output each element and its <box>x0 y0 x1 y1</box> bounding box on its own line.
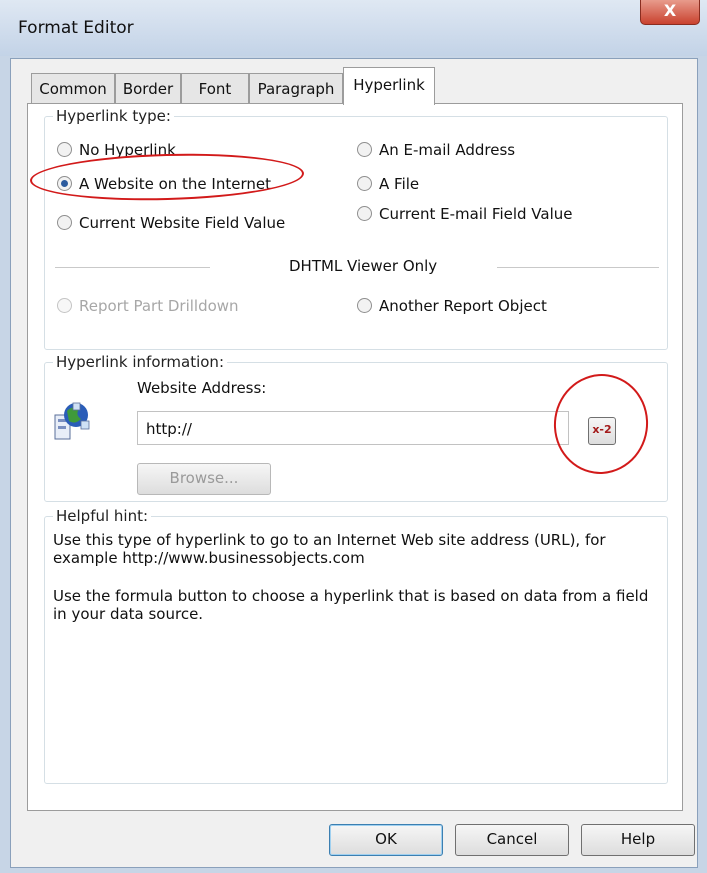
radio-label: Another Report Object <box>379 297 547 315</box>
helpful-hint-group: Helpful hint: Use this type of hyperlink… <box>44 507 668 784</box>
radio-email-address[interactable]: An E-mail Address <box>357 141 515 159</box>
hyperlink-info-label: Hyperlink information: <box>53 353 227 371</box>
hint-line-2: example http://www.businessobjects.com <box>53 549 365 567</box>
radio-current-website-field[interactable]: Current Website Field Value <box>57 214 285 232</box>
radio-label: Report Part Drilldown <box>79 297 239 315</box>
hint-line-1: Use this type of hyperlink to go to an I… <box>53 531 606 549</box>
tab-font[interactable]: Font <box>181 73 249 104</box>
close-button[interactable]: X <box>640 0 700 25</box>
hint-line-3: Use the formula button to choose a hyper… <box>53 587 649 605</box>
radio-circle-icon <box>57 298 72 313</box>
tab-border[interactable]: Border <box>115 73 181 104</box>
browse-button[interactable]: Browse... <box>137 463 271 495</box>
window-title: Format Editor <box>18 18 134 38</box>
dialog-client-area: Common Border Font Paragraph Hyperlink H… <box>10 58 698 868</box>
format-editor-window: Format Editor X Common Border Font Parag… <box>0 0 707 873</box>
hyperlink-type-label: Hyperlink type: <box>53 107 174 125</box>
radio-label: A File <box>379 175 420 193</box>
radio-circle-icon <box>357 206 372 221</box>
radio-label: Current Website Field Value <box>79 214 286 232</box>
radio-label: An E-mail Address <box>379 141 516 159</box>
divider-left <box>55 267 210 268</box>
cancel-button[interactable]: Cancel <box>455 824 569 856</box>
website-address-input[interactable]: http:// <box>137 411 569 445</box>
help-button[interactable]: Help <box>581 824 695 856</box>
hyperlink-tab-page: Hyperlink type: No Hyperlink A Website o… <box>27 103 683 811</box>
radio-circle-icon <box>357 298 372 313</box>
radio-current-email-field[interactable]: Current E-mail Field Value <box>357 205 572 223</box>
dhtml-viewer-label: DHTML Viewer Only <box>289 257 438 275</box>
helpful-hint-label: Helpful hint: <box>53 507 152 525</box>
radio-circle-icon <box>57 142 72 157</box>
ok-button[interactable]: OK <box>329 824 443 856</box>
title-bar: Format Editor X <box>0 0 707 56</box>
radio-circle-icon <box>57 215 72 230</box>
radio-report-part-drilldown[interactable]: Report Part Drilldown <box>57 297 239 315</box>
tab-paragraph[interactable]: Paragraph <box>249 73 343 104</box>
website-address-label: Website Address: <box>137 379 267 397</box>
radio-label: Current E-mail Field Value <box>379 205 573 223</box>
radio-circle-icon <box>357 142 372 157</box>
tab-common[interactable]: Common <box>31 73 115 104</box>
radio-another-report-object[interactable]: Another Report Object <box>357 297 547 315</box>
tab-hyperlink[interactable]: Hyperlink <box>343 67 435 105</box>
globe-icon <box>53 401 91 443</box>
radio-file[interactable]: A File <box>357 175 419 193</box>
radio-circle-icon <box>357 176 372 191</box>
hyperlink-type-group: Hyperlink type: No Hyperlink A Website o… <box>44 107 668 350</box>
divider-right <box>497 267 659 268</box>
hint-line-4: in your data source. <box>53 605 204 623</box>
